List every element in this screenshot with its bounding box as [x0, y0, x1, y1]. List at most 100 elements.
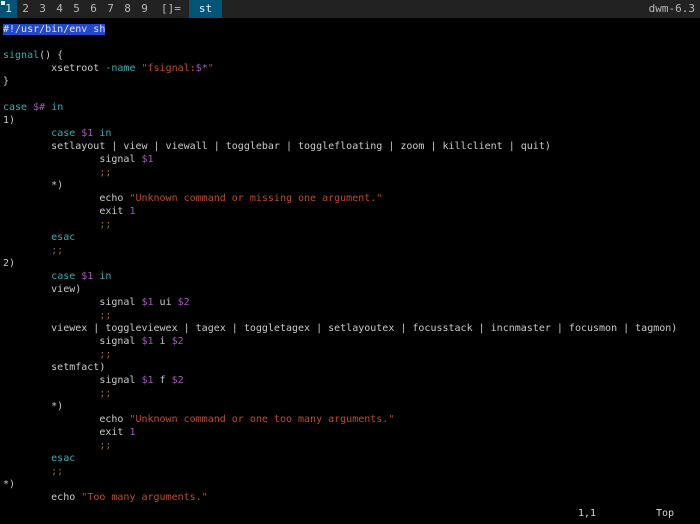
- code-segment-plain: signal: [3, 297, 141, 308]
- layout-symbol[interactable]: []=: [153, 0, 189, 18]
- code-segment-plain: echo: [3, 492, 81, 503]
- scroll-indicator: Top: [656, 507, 674, 520]
- code-line: 1): [3, 114, 700, 127]
- tag-8[interactable]: 8: [119, 0, 136, 18]
- code-segment-var: $2: [172, 375, 184, 386]
- code-line: exit 1: [3, 426, 700, 439]
- code-line: }: [3, 75, 700, 88]
- code-segment-plain: echo: [3, 193, 129, 204]
- tag-label: 3: [39, 2, 46, 15]
- code-segment-var: $1: [81, 271, 93, 282]
- code-segment-plain: signal: [3, 154, 141, 165]
- code-line: xsetroot -name "fsignal:$*": [3, 62, 700, 75]
- code-segment-var: $1: [81, 128, 93, 139]
- code-line: ;;: [3, 465, 700, 478]
- code-line: case $1 in: [3, 127, 700, 140]
- code-line: signal $1 i $2: [3, 335, 700, 348]
- code-segment-str: "fsignal:: [141, 63, 195, 74]
- code-segment-plain: exit: [3, 206, 129, 217]
- terminal-window[interactable]: #!/usr/bin/env sh signal () { xsetroot -na…: [0, 18, 700, 524]
- code-line: *): [3, 478, 700, 491]
- code-segment-plain: setmfact): [3, 362, 105, 373]
- bar-spacer: [222, 0, 644, 18]
- code-segment-str: ": [208, 63, 214, 74]
- code-line: case $# in: [3, 101, 700, 114]
- code-segment-plain: ui: [154, 297, 178, 308]
- tag-list: 123456789: [0, 0, 153, 18]
- code-line: ;;: [3, 309, 700, 322]
- code-segment-var: $1: [141, 297, 153, 308]
- code-segment-kw: esac: [3, 232, 75, 243]
- code-segment-plain: () {: [39, 50, 63, 61]
- tag-3[interactable]: 3: [34, 0, 51, 18]
- code-segment-kw: case: [51, 128, 81, 139]
- code-line: ;;: [3, 244, 700, 257]
- tag-label: 5: [73, 2, 80, 15]
- code-line: viewex | toggleviewex | tagex | toggleta…: [3, 322, 700, 335]
- code-line: ;;: [3, 218, 700, 231]
- code-segment-op: ;;: [3, 310, 111, 321]
- code-segment-op: ;;: [3, 245, 63, 256]
- vim-ruler: 1,1 Top: [0, 507, 700, 520]
- cursor-position: 1,1: [578, 507, 596, 520]
- code-line: esac: [3, 452, 700, 465]
- code-segment-op: ;;: [3, 388, 111, 399]
- tag-label: 6: [90, 2, 97, 15]
- code-segment-plain: f: [154, 375, 172, 386]
- code-line: echo "Unknown command or missing one arg…: [3, 192, 700, 205]
- code-segment-str: "Too many arguments.": [81, 492, 207, 503]
- code-segment-var: $2: [178, 297, 190, 308]
- tag-label: 1: [5, 2, 12, 15]
- tag-7[interactable]: 7: [102, 0, 119, 18]
- code-segment-kw: case: [51, 271, 81, 282]
- code-segment-kw: case: [3, 102, 33, 113]
- tag-label: 4: [56, 2, 63, 15]
- tag-label: 9: [141, 2, 148, 15]
- tag-label: 2: [22, 2, 29, 15]
- code-segment-plain: echo: [3, 414, 129, 425]
- code-segment-plain: [3, 271, 51, 282]
- code-segment-str: "Unknown command or missing one argument…: [129, 193, 382, 204]
- code-segment-var: 1: [129, 206, 135, 217]
- code-line: setmfact): [3, 361, 700, 374]
- tag-2[interactable]: 2: [17, 0, 34, 18]
- code-segment-plain: 1): [3, 115, 15, 126]
- code-segment-op: ;;: [3, 219, 111, 230]
- code-segment-shebang: #!/usr/bin/env sh: [3, 24, 105, 35]
- code-line: #!/usr/bin/env sh: [3, 23, 700, 36]
- tag-client-indicator: [1, 1, 5, 5]
- code-segment-plain: }: [3, 76, 9, 87]
- tag-label: 8: [124, 2, 131, 15]
- tag-5[interactable]: 5: [68, 0, 85, 18]
- code-segment-plain: view): [3, 284, 81, 295]
- code-line: ;;: [3, 439, 700, 452]
- code-segment-kw: in: [51, 102, 63, 113]
- code-segment-plain: *): [3, 180, 63, 191]
- code-segment-plain: [3, 128, 51, 139]
- tag-9[interactable]: 9: [136, 0, 153, 18]
- code-segment-plain: *): [3, 479, 15, 490]
- code-segment-kw: in: [99, 128, 111, 139]
- tag-1[interactable]: 1: [0, 0, 17, 18]
- code-line: ;;: [3, 387, 700, 400]
- dwm-status-bar: 123456789 []= st dwm-6.3: [0, 0, 700, 18]
- window-title[interactable]: st: [189, 0, 222, 18]
- code-line: ;;: [3, 166, 700, 179]
- code-segment-op: ;;: [3, 466, 63, 477]
- code-segment-op: ;;: [3, 349, 111, 360]
- code-line: signal $1 ui $2: [3, 296, 700, 309]
- code-segment-plain: i: [154, 336, 172, 347]
- code-segment-var: $1: [141, 375, 153, 386]
- code-line: case $1 in: [3, 270, 700, 283]
- code-line: setlayout | view | viewall | togglebar |…: [3, 140, 700, 153]
- code-segment-plain: 2): [3, 258, 15, 269]
- code-segment-plain: signal: [3, 336, 141, 347]
- code-line: ;;: [3, 348, 700, 361]
- tag-4[interactable]: 4: [51, 0, 68, 18]
- code-line: echo "Unknown command or one too many ar…: [3, 413, 700, 426]
- code-line: esac: [3, 231, 700, 244]
- code-line: 2): [3, 257, 700, 270]
- code-segment-kw: esac: [3, 453, 75, 464]
- code-segment-plain: xsetroot: [3, 63, 105, 74]
- tag-6[interactable]: 6: [85, 0, 102, 18]
